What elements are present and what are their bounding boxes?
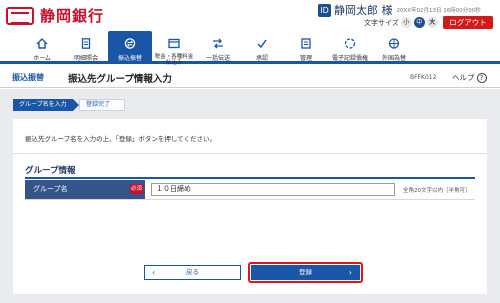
font-size-small-button[interactable]: 小 <box>400 17 412 28</box>
nav-item-approval[interactable]: 承認 <box>240 31 284 62</box>
screen-code: BFFK012 <box>410 74 437 81</box>
nav-item-e-bond[interactable]: 電子記録債権 <box>328 31 372 62</box>
group-name-label: グループ名 <box>25 180 145 199</box>
nav-item-forex[interactable]: 外国為替 <box>372 31 416 62</box>
help-label: ヘルプ <box>452 73 475 82</box>
e-bond-icon <box>344 38 356 49</box>
nav-item-label: 明細照会 <box>73 55 98 62</box>
main-nav: ホーム 明細照会 振込振替 税金・各種料金 払込み 一括伝送 承認 管理 電子記録… <box>0 31 500 66</box>
admin-icon <box>301 38 311 49</box>
required-badge: 必須 <box>130 184 143 194</box>
nav-item-bulk-transfer[interactable]: 一括伝送 <box>196 31 240 62</box>
user-icon: ID <box>318 3 331 17</box>
nav-item-label: 管理 <box>299 55 312 62</box>
bank-logo[interactable]: 静岡銀行 <box>6 5 104 26</box>
last-login-time: 20XX年02月13日 16時00分00秒 <box>396 8 481 14</box>
step-next: 登録完了 <box>79 99 125 111</box>
font-size-selector: 文字サイズ 小 中 大 <box>364 17 438 28</box>
nav-item-tax-payment[interactable]: 税金・各種料金 払込み <box>152 31 196 66</box>
chevron-right-icon: › <box>348 268 352 277</box>
section-name: 振込振替 <box>12 73 44 82</box>
font-size-medium-button[interactable]: 中 <box>413 17 425 28</box>
user-name: 静岡太郎 様 <box>334 4 393 17</box>
chevron-left-icon: ‹ <box>152 268 156 277</box>
page-title-bar: 振込振替 振込先グループ情報入力 BFFK012 ヘルプ ? <box>0 66 500 88</box>
nav-item-admin[interactable]: 管理 <box>284 31 328 62</box>
bank-logo-mark-icon <box>6 6 34 25</box>
nav-item-label: 承認 <box>255 55 268 62</box>
nav-item-label: 電子記録債権 <box>331 55 368 62</box>
nav-item-transfer[interactable]: 振込振替 <box>108 31 152 62</box>
back-button[interactable]: ‹ 戻る <box>144 265 241 280</box>
document-icon <box>81 38 91 49</box>
nav-item-label: 外国為替 <box>381 55 406 62</box>
forex-icon <box>388 38 400 49</box>
input-hint: 全角20文字以内［半角可］ <box>403 188 471 194</box>
register-button-label: 登録 <box>299 268 312 276</box>
transfer-icon <box>124 38 136 49</box>
logout-button[interactable]: ログアウト <box>443 16 493 29</box>
instruction-text: 振込先グループ名を入力の上、「登録」ボタンを押してください。 <box>25 135 216 143</box>
tax-payment-icon <box>168 38 180 49</box>
help-icon: ? <box>476 72 487 83</box>
step-current: グループ名を入力 <box>13 99 79 111</box>
help-link[interactable]: ヘルプ ? <box>452 72 487 83</box>
nav-item-label: 振込振替 <box>117 55 142 62</box>
nav-item-label: ホーム <box>33 55 51 62</box>
form-panel: 振込先グループ名を入力の上、「登録」ボタンを押してください。 グループ情報 グル… <box>13 119 487 294</box>
approval-icon <box>257 39 267 49</box>
nav-item-statements[interactable]: 明細照会 <box>64 31 108 62</box>
section-underline <box>25 177 475 179</box>
register-button[interactable]: 登録 › <box>251 265 360 280</box>
home-icon <box>36 38 48 49</box>
back-button-label: 戻る <box>186 268 199 276</box>
section-title: グループ情報 <box>25 166 76 176</box>
progress-steps: グループ名を入力 登録完了 <box>13 99 125 111</box>
header: 静岡銀行 ID 静岡太郎 様 20XX年02月13日 16時00分00秒 文字サ… <box>0 0 500 31</box>
bulk-transfer-icon <box>213 38 223 49</box>
divider <box>13 153 487 154</box>
group-name-input[interactable]: １０日締め <box>151 183 395 196</box>
nav-item-label: 税金・各種料金 払込み <box>154 54 194 66</box>
font-size-label: 文字サイズ <box>364 18 399 27</box>
bank-name: 静岡銀行 <box>40 7 105 25</box>
nav-item-home[interactable]: ホーム <box>20 31 64 62</box>
page-title: 振込先グループ情報入力 <box>68 74 172 85</box>
group-name-row: グループ名 必須 １０日締め 全角20文字以内［半角可］ <box>25 180 475 200</box>
nav-item-label: 一括伝送 <box>205 55 230 62</box>
main-content: グループ名を入力 登録完了 振込先グループ名を入力の上、「登録」ボタンを押してく… <box>0 89 500 303</box>
font-size-large-button[interactable]: 大 <box>426 17 438 28</box>
